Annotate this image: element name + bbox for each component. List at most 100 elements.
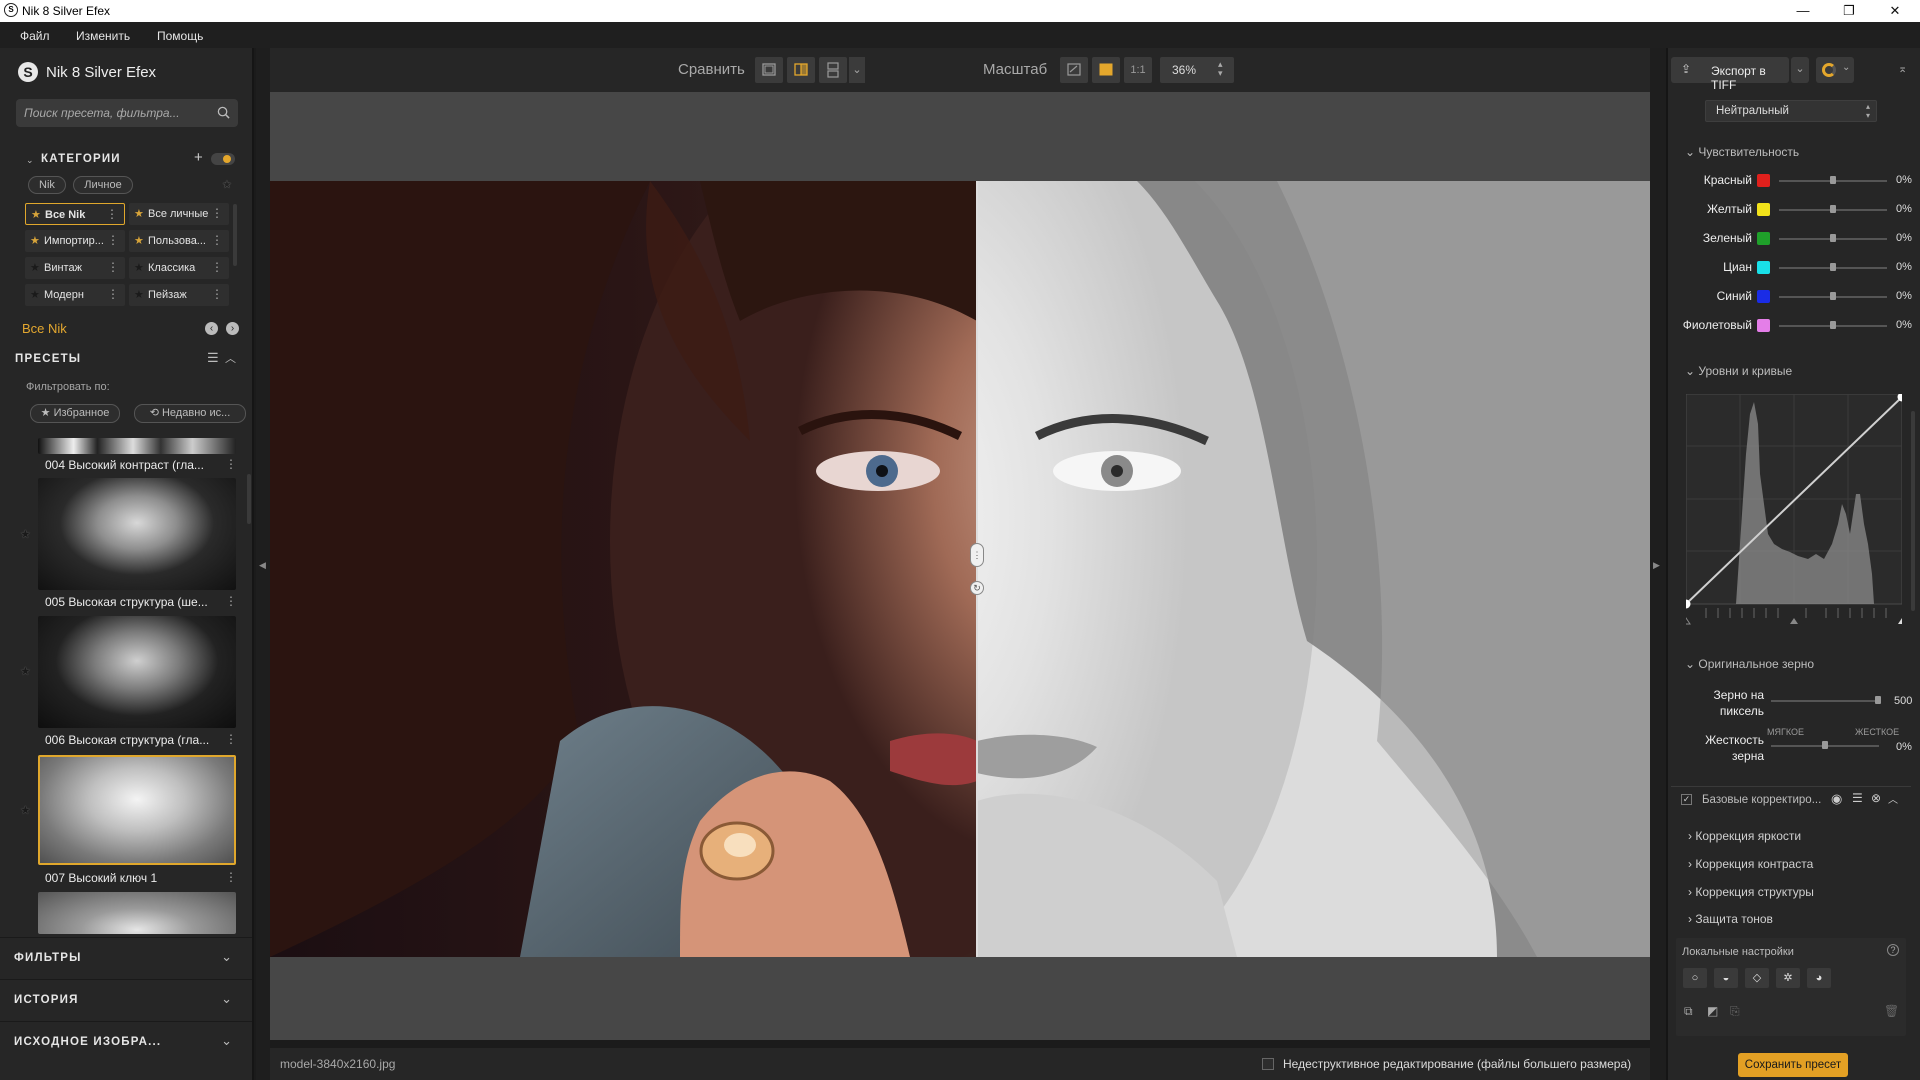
add-category-icon[interactable]: + — [194, 149, 203, 166]
eye-icon[interactable]: ◉ — [1831, 791, 1842, 807]
preset-thumbnail[interactable] — [38, 892, 236, 934]
chevron-up-icon[interactable]: ︿ — [1888, 791, 1898, 806]
back-icon[interactable]: ‹ — [205, 322, 218, 335]
categories-toggle[interactable] — [211, 153, 235, 165]
menu-edit[interactable]: Изменить — [76, 29, 130, 43]
export-dropdown-icon[interactable]: ⌄ — [1791, 57, 1809, 83]
preset-more-icon[interactable]: ⋮ — [225, 594, 237, 608]
category-all-personal[interactable]: ★ Все личные ⋮ — [129, 203, 229, 225]
split-divider-line[interactable] — [976, 181, 978, 957]
levels-header[interactable]: ⌄ Уровни и кривые — [1685, 364, 1792, 378]
maximize-button[interactable]: ❐ — [1826, 0, 1872, 22]
split-handle-icon[interactable]: ⋮ — [970, 543, 984, 567]
close-button[interactable]: ✕ — [1872, 0, 1918, 22]
favorite-star-icon[interactable]: ★ — [20, 803, 31, 817]
rotate-split-icon[interactable]: ↻ — [970, 581, 984, 595]
nondestructive-checkbox[interactable] — [1262, 1058, 1274, 1070]
film-type-select[interactable]: Нейтральный ▴ ▾ — [1705, 100, 1877, 122]
history-section[interactable]: ИСТОРИЯ ⌄ — [0, 979, 252, 1019]
chevron-down-icon[interactable]: ⌄ — [221, 949, 232, 965]
duplicate-icon[interactable]: ⎘ — [1730, 1004, 1740, 1019]
preset-label[interactable]: 004 Высокий контраст (гла... — [45, 458, 204, 472]
control-point-icon[interactable]: ○ — [1683, 968, 1707, 988]
brush-icon[interactable]: ◒ — [1714, 968, 1738, 988]
compare-single-button[interactable] — [755, 57, 783, 83]
more-icon[interactable]: ⋮ — [211, 260, 223, 274]
menu-help[interactable]: Помощь — [157, 29, 203, 43]
reset-icon[interactable]: ⊗ — [1871, 791, 1881, 805]
menu-file[interactable]: Файл — [20, 29, 50, 43]
more-icon[interactable]: ⋮ — [211, 206, 223, 220]
sensitivity-slider-knob[interactable] — [1830, 234, 1836, 242]
category-all-nik[interactable]: ★ Все Nik ⋮ — [25, 203, 125, 225]
list-view-icon[interactable]: ☰ — [207, 350, 219, 366]
more-icon[interactable]: ⋮ — [106, 207, 118, 221]
more-icon[interactable]: ⋮ — [211, 233, 223, 247]
compare-side-by-side-button[interactable] — [819, 57, 847, 83]
favorite-star-icon[interactable]: ★ — [20, 664, 31, 678]
sensitivity-slider-knob[interactable] — [1830, 321, 1836, 329]
categories-scrollbar[interactable] — [233, 204, 237, 266]
more-icon[interactable]: ⋮ — [107, 233, 119, 247]
source-image-section[interactable]: ИСХОДНОЕ ИЗОБРА... ⌄ — [0, 1021, 252, 1061]
basic-enabled-checkbox[interactable]: ✓ — [1681, 794, 1692, 805]
save-preset-button[interactable]: Сохранить пресет — [1738, 1053, 1848, 1077]
preset-label[interactable]: 005 Высокая структура (ше... — [45, 595, 208, 609]
histogram-curve[interactable] — [1681, 392, 1907, 626]
invert-icon[interactable]: ◩ — [1707, 1004, 1718, 1018]
sensitivity-slider-knob[interactable] — [1830, 176, 1836, 184]
category-custom[interactable]: ★ Пользова... ⋮ — [129, 230, 229, 252]
filters-section[interactable]: ФИЛЬТРЫ ⌄ — [0, 937, 252, 977]
more-icon[interactable]: ⋮ — [107, 287, 119, 301]
fit-screen-button[interactable] — [1060, 57, 1088, 83]
collapse-left-icon[interactable]: ◀ — [259, 560, 266, 571]
contrast-correction-item[interactable]: › Коррекция контраста — [1688, 857, 1813, 871]
more-icon[interactable]: ⋮ — [107, 260, 119, 274]
zoom-1to1-button[interactable]: 1:1 — [1124, 57, 1152, 83]
preset-label[interactable]: 007 Высокий ключ 1 — [45, 871, 157, 885]
grain-hardness-knob[interactable] — [1822, 741, 1828, 749]
brightness-correction-item[interactable]: › Коррекция яркости — [1688, 829, 1801, 843]
search-icon[interactable] — [217, 106, 230, 119]
category-modern[interactable]: ★ Модерн ⋮ — [25, 284, 125, 306]
grain-per-pixel-knob[interactable] — [1875, 696, 1881, 704]
right-panel-scrollbar[interactable] — [1911, 411, 1915, 611]
favorite-star-icon[interactable]: ★ — [20, 527, 31, 541]
color-range-icon[interactable]: ◕ — [1807, 968, 1831, 988]
forward-icon[interactable]: › — [226, 322, 239, 335]
sensitivity-slider-knob[interactable] — [1830, 292, 1836, 300]
category-vintage[interactable]: ★ Винтаж ⋮ — [25, 257, 125, 279]
trash-icon[interactable]: 🗑 — [1884, 1004, 1899, 1018]
search-box[interactable]: Поиск пресета, фильтра... — [16, 99, 238, 127]
help-icon[interactable]: ? — [1887, 944, 1899, 956]
loupe-button[interactable]: ⌄ — [1816, 57, 1854, 83]
sensitivity-slider-knob[interactable] — [1830, 263, 1836, 271]
preset-more-icon[interactable]: ⋮ — [225, 457, 237, 471]
export-button[interactable]: ⇪ Экспорт в TIFF — [1671, 57, 1789, 92]
preset-thumbnail-selected[interactable] — [38, 755, 236, 865]
chevron-up-icon[interactable]: ︿ — [225, 350, 236, 366]
layers-icon[interactable]: ⧉ — [1684, 1004, 1693, 1019]
minimize-button[interactable]: — — [1780, 0, 1826, 22]
category-classic[interactable]: ★ Классика ⋮ — [129, 257, 229, 279]
zoom-select[interactable]: 36% ▴ ▾ — [1160, 57, 1234, 83]
grain-header[interactable]: ⌄ Оригинальное зерно — [1685, 657, 1814, 671]
favorite-filter-icon[interactable]: ★ — [222, 178, 232, 191]
preset-label[interactable]: 006 Высокая структура (гла... — [45, 733, 209, 747]
collapse-right-icon[interactable]: ▶ — [1653, 560, 1660, 571]
recent-filter-chip[interactable]: ⟲ Недавно ис... — [134, 404, 246, 423]
chevron-down-icon[interactable]: ⌄ — [221, 1033, 232, 1049]
sensitivity-slider-knob[interactable] — [1830, 205, 1836, 213]
sensitivity-header[interactable]: ⌄ Чувствительность — [1685, 145, 1799, 159]
curves-graph[interactable] — [1681, 392, 1907, 626]
more-icon[interactable]: ⋮ — [211, 287, 223, 301]
collapse-panel-icon[interactable]: ⌅ — [1898, 62, 1907, 75]
menu-icon[interactable]: ☰ — [1852, 791, 1863, 805]
compare-dropdown-icon[interactable]: ⌄ — [849, 57, 865, 83]
preset-more-icon[interactable]: ⋮ — [225, 870, 237, 884]
compare-split-button[interactable] — [787, 57, 815, 83]
category-landscape[interactable]: ★ Пейзаж ⋮ — [129, 284, 229, 306]
lasso-icon[interactable]: ◇ — [1745, 968, 1769, 988]
preset-thumbnail[interactable] — [38, 438, 236, 454]
fill-screen-button[interactable] — [1092, 57, 1120, 83]
